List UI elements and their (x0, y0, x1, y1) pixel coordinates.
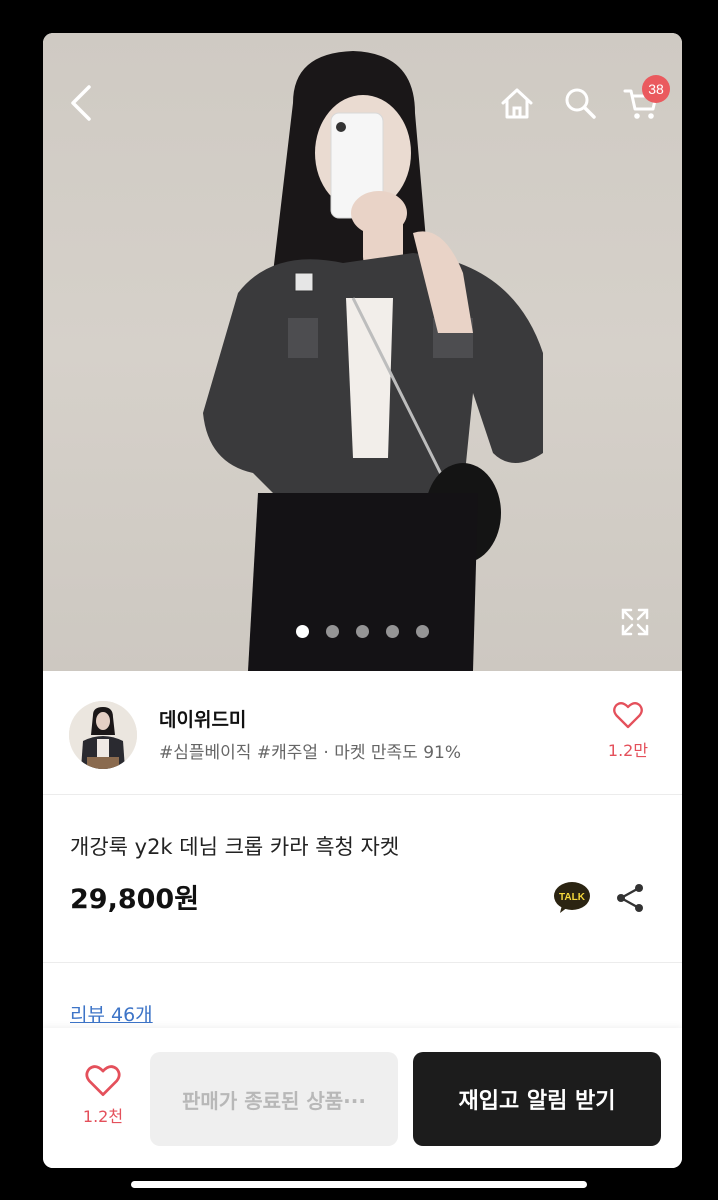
seller-tags: #심플베이직 #캐주얼 · 마켓 만족도 91% (159, 743, 462, 763)
product-info-section: 개강룩 y2k 데님 크롭 카라 흑청 자켓 29,800원 TALK (43, 795, 682, 963)
carousel-dot[interactable] (416, 625, 429, 638)
home-icon (501, 88, 533, 119)
seller-section[interactable]: 데이위드미 #심플베이직 #캐주얼 · 마켓 만족도 91% 1.2만 (43, 671, 682, 795)
heart-icon (613, 702, 643, 729)
heart-icon (85, 1065, 121, 1096)
carousel-dot[interactable] (296, 625, 309, 638)
kakao-talk-label: TALK (559, 892, 586, 903)
product-photo (203, 51, 543, 671)
kakao-talk-button[interactable]: TALK (553, 881, 591, 915)
seller-avatar-image (69, 701, 137, 769)
carousel-dot[interactable] (326, 625, 339, 638)
cart-button[interactable]: 38 (619, 75, 670, 125)
product-detail-screen: 38 데이위드미 #심플베이직 #캐주얼 · 마켓 만족도 91% 1.2만 개… (43, 33, 682, 1168)
bottom-action-bar: 1.2천 판매가 종료된 상품··· 재입고 알림 받기 (43, 1028, 682, 1168)
share-button[interactable] (613, 881, 647, 915)
restock-alert-button[interactable]: 재입고 알림 받기 (413, 1052, 661, 1146)
share-icon (617, 884, 643, 912)
kakao-talk-icon: TALK (554, 882, 590, 913)
product-title: 개강룩 y2k 데님 크롭 카라 흑청 자켓 (70, 835, 400, 859)
search-icon (565, 88, 596, 119)
seller-avatar[interactable] (69, 701, 137, 769)
back-icon (71, 85, 91, 121)
carousel-dot[interactable] (356, 625, 369, 638)
seller-like-count: 1.2만 (607, 741, 649, 760)
home-button[interactable] (495, 81, 539, 125)
seller-name[interactable]: 데이위드미 (159, 705, 246, 732)
product-price: 29,800원 (70, 884, 200, 915)
carousel-indicator (43, 625, 682, 638)
expand-icon (621, 608, 649, 636)
seller-like-button[interactable]: 1.2만 (603, 701, 653, 761)
home-indicator (131, 1181, 587, 1188)
product-image-carousel[interactable]: 38 (43, 33, 682, 671)
expand-image-button[interactable] (617, 604, 653, 640)
cart-count-badge: 38 (642, 75, 670, 103)
carousel-dot[interactable] (386, 625, 399, 638)
product-like-count: 1.2천 (82, 1107, 124, 1126)
back-button[interactable] (61, 81, 101, 125)
review-link[interactable]: 리뷰 46개 (70, 1000, 153, 1027)
search-button[interactable] (558, 81, 602, 125)
sold-out-button: 판매가 종료된 상품··· (150, 1052, 398, 1146)
product-like-button[interactable]: 1.2천 (77, 1064, 129, 1127)
